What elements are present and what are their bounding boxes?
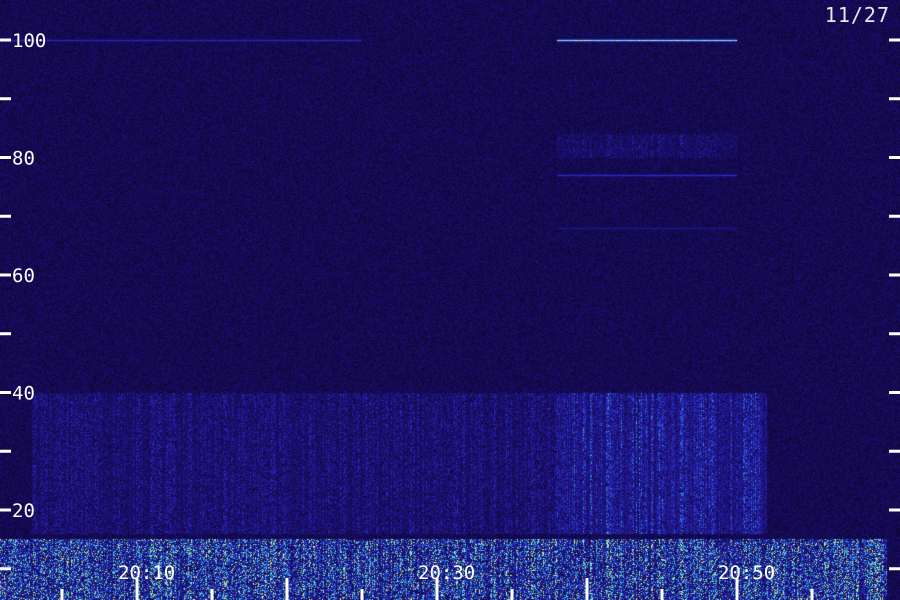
y-tick-right-80 xyxy=(889,156,900,159)
x-tick-1215 xyxy=(210,589,214,600)
y-tick-label-40: 40 xyxy=(12,383,35,405)
y-tick-right-30 xyxy=(889,449,900,453)
y-tick-left-80 xyxy=(0,156,11,159)
x-tick-label-2050: 20:50 xyxy=(718,562,775,584)
y-tick-left-10 xyxy=(0,567,11,571)
axes-overlay: 20 40 60 80 100 20:10 20:30 20:50 xyxy=(0,30,900,600)
x-tick-1235 xyxy=(510,589,514,600)
y-tick-right-40 xyxy=(889,391,900,394)
x-tick-1220 xyxy=(285,578,289,600)
y-tick-right-100 xyxy=(889,38,900,42)
date-label: 11/27 xyxy=(824,3,890,27)
y-tick-right-90 xyxy=(889,97,900,101)
y-tick-left-70 xyxy=(0,214,11,218)
y-tick-right-50 xyxy=(889,332,900,336)
y-tick-left-40 xyxy=(0,391,11,394)
y-tick-left-30 xyxy=(0,449,11,453)
y-tick-left-20 xyxy=(0,508,11,512)
y-tick-right-70 xyxy=(889,214,900,218)
spectrogram-plot: 20 40 60 80 100 20:10 20:30 20:50 11/27 xyxy=(0,0,900,600)
y-tick-left-90 xyxy=(0,97,11,101)
y-tick-label-100: 100 xyxy=(12,30,46,52)
x-tick-1225 xyxy=(360,589,364,600)
y-tick-label-60: 60 xyxy=(12,265,35,287)
y-tick-right-20 xyxy=(889,508,900,512)
y-tick-label-80: 80 xyxy=(12,148,35,170)
y-tick-left-100 xyxy=(0,38,11,42)
x-tick-label-2030: 20:30 xyxy=(418,562,475,584)
x-tick-label-2010: 20:10 xyxy=(118,562,175,584)
y-tick-left-50 xyxy=(0,332,11,336)
x-tick-1245 xyxy=(660,589,664,600)
y-tick-left-60 xyxy=(0,273,11,277)
y-tick-label-20: 20 xyxy=(12,500,35,522)
x-tick-1240 xyxy=(585,578,589,600)
x-tick-1205 xyxy=(60,589,64,600)
y-tick-right-60 xyxy=(889,273,900,277)
y-tick-right-10 xyxy=(889,567,900,571)
x-tick-1255 xyxy=(810,589,814,600)
